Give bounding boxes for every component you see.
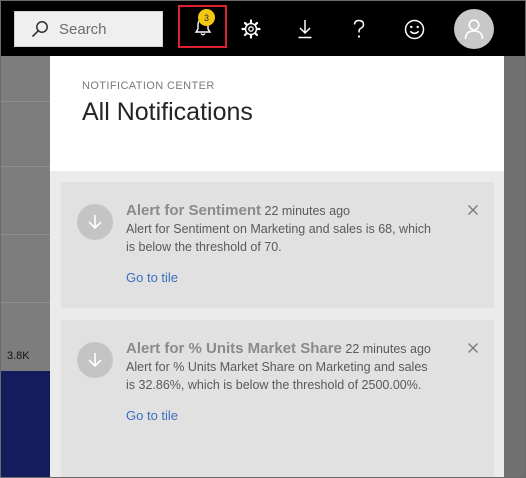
- notification-message: Alert for Sentiment on Marketing and sal…: [126, 222, 432, 254]
- notification-card: Alert for Sentiment 22 minutes ago Alert…: [61, 182, 494, 308]
- notification-time: 22 minutes ago: [345, 342, 431, 356]
- feedback-button[interactable]: [397, 11, 431, 47]
- arrow-down-icon: [88, 353, 102, 368]
- help-icon: [353, 19, 365, 38]
- report-value-label: 3.8K: [7, 350, 30, 362]
- panel-subheading: NOTIFICATION CENTER: [82, 80, 215, 92]
- close-icon[interactable]: [466, 341, 480, 355]
- notification-count-badge: 3: [198, 9, 215, 26]
- notification-card: Alert for % Units Market Share 22 minute…: [61, 320, 494, 477]
- top-bar: Search 3: [1, 1, 525, 56]
- settings-button[interactable]: [234, 11, 268, 47]
- notifications-button[interactable]: 3: [178, 5, 227, 48]
- help-button[interactable]: [342, 11, 376, 47]
- panel-header: NOTIFICATION CENTER All Notifications: [50, 56, 504, 171]
- gear-icon: [241, 19, 261, 39]
- arrow-down-icon: [88, 215, 102, 230]
- app-frame: 3.8K Search 3 NOTIFICATION CENTER All No…: [0, 0, 526, 478]
- notification-title: Alert for % Units Market Share: [126, 340, 342, 357]
- download-icon: [298, 20, 312, 39]
- go-to-tile-link[interactable]: Go to tile: [126, 269, 178, 287]
- go-to-tile-link[interactable]: Go to tile: [126, 407, 178, 425]
- notification-alert-icon: [77, 342, 113, 378]
- notification-title: Alert for Sentiment: [126, 202, 262, 219]
- close-icon[interactable]: [466, 203, 480, 217]
- report-bar: [1, 371, 50, 477]
- notification-body: Alert for % Units Market Share 22 minute…: [126, 340, 431, 425]
- search-icon: [31, 21, 48, 38]
- notification-message: Alert for % Units Market Share on Market…: [126, 360, 428, 392]
- account-button[interactable]: [454, 9, 494, 49]
- user-avatar-icon: [464, 19, 484, 40]
- notification-alert-icon: [77, 204, 113, 240]
- gridline: [1, 101, 50, 102]
- smiley-icon: [404, 19, 424, 39]
- gridline: [1, 166, 50, 167]
- notification-body: Alert for Sentiment 22 minutes ago Alert…: [126, 202, 431, 287]
- notification-time: 22 minutes ago: [264, 204, 350, 218]
- gridline: [1, 302, 50, 303]
- report-background: 3.8K: [1, 56, 50, 477]
- notification-center-panel: NOTIFICATION CENTER All Notifications Al…: [50, 56, 504, 477]
- download-button[interactable]: [288, 11, 322, 47]
- search-placeholder: Search: [59, 20, 107, 38]
- search-box[interactable]: Search: [14, 11, 163, 47]
- report-background-right: [504, 56, 525, 477]
- gridline: [1, 234, 50, 235]
- panel-title: All Notifications: [82, 98, 253, 126]
